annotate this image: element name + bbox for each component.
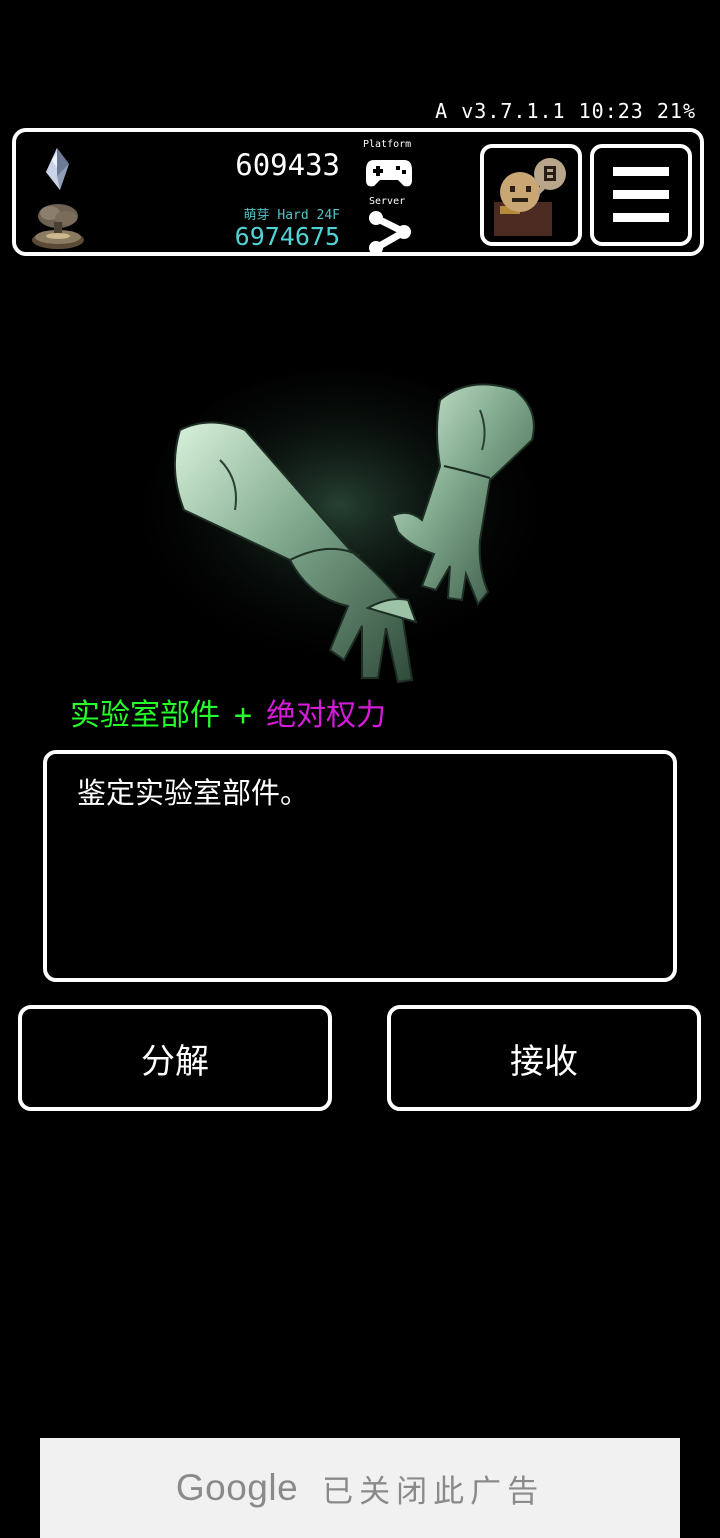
item-title: 实验室部件 + 绝对权力 (70, 690, 386, 734)
item-title-plus: + (234, 698, 253, 733)
share-icon[interactable] (366, 210, 414, 256)
gem-count: 609433 (235, 148, 340, 182)
menu-bar-middle (613, 190, 669, 199)
npc-portrait-icon (494, 158, 566, 236)
gold-pile-icon (32, 204, 84, 249)
gamepad-icon[interactable] (364, 154, 414, 190)
top-status-panel: 609433 萌芽 Hard 24F 6974675 Platform Serv… (12, 128, 704, 256)
menu-bar-top (613, 167, 669, 176)
ad-closed-text: 已关闭此广告 (322, 1473, 545, 1510)
google-logo: Google (175, 1467, 299, 1508)
menu-button[interactable] (590, 144, 692, 246)
ad-banner: Google 已关闭此广告 (40, 1438, 680, 1538)
dialog-box: 鉴定实验室部件。 (43, 750, 677, 982)
dismantle-button[interactable]: 分解 (18, 1005, 332, 1111)
receive-button[interactable]: 接收 (387, 1005, 701, 1111)
item-type-label: 实验室部件 (70, 698, 220, 733)
npc-button[interactable] (480, 144, 582, 246)
menu-bar-bottom (613, 213, 669, 222)
gold-count: 6974675 (234, 222, 340, 251)
status-line: A v3.7.1.1 10:23 21% (435, 99, 696, 123)
difficulty-floor-label: 萌芽 Hard 24F (243, 208, 340, 223)
crystal-gem-icon (46, 148, 69, 190)
server-label: Server (369, 196, 406, 207)
gauntlets-icon (140, 370, 540, 684)
platform-label: Platform (363, 139, 412, 150)
dialog-text: 鉴定实验室部件。 (77, 776, 310, 810)
item-attribute-label: 绝对权力 (266, 698, 387, 733)
